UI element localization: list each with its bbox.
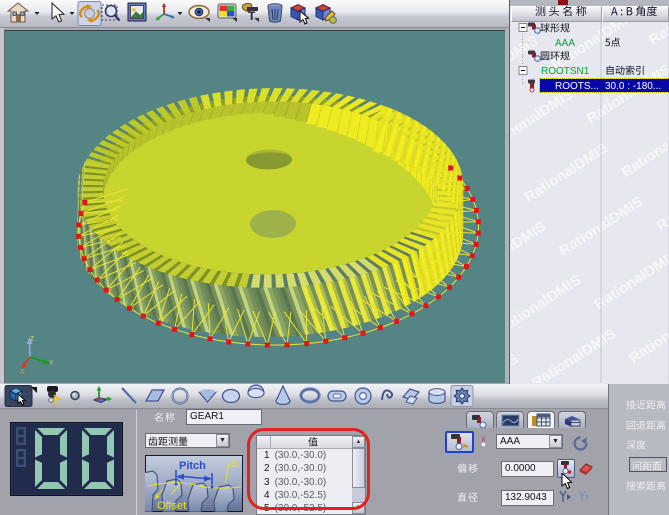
svg-text:ROOTSN1: ROOTSN1: [541, 66, 590, 77]
svg-text:Pitch: Pitch: [179, 460, 206, 472]
svg-text:Y: Y: [49, 360, 54, 367]
svg-text:D: D: [231, 459, 238, 469]
svg-text:T: T: [248, 9, 256, 23]
svg-text:AAA: AAA: [555, 38, 575, 49]
svg-text:X: X: [20, 369, 25, 376]
svg-text:Z: Z: [30, 336, 35, 343]
svg-text:30.0 : -180...: 30.0 : -180...: [605, 81, 661, 92]
svg-text:ROOTS...: ROOTS...: [555, 81, 599, 92]
svg-text:Offset: Offset: [157, 500, 186, 512]
